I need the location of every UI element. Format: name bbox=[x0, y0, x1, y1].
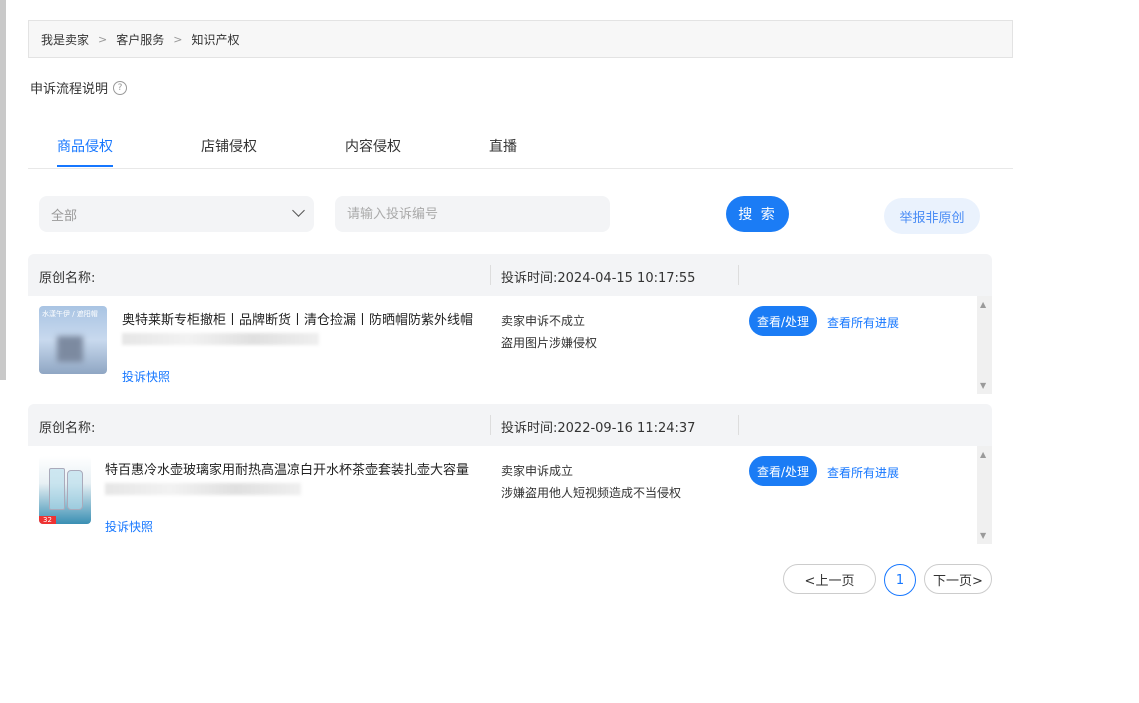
next-page-button[interactable]: 下一页> bbox=[924, 564, 992, 594]
complaint-record: 原创名称: 投诉时间:2024-04-15 10:17:55 水漾午伊 / 遮阳… bbox=[28, 254, 992, 394]
complaint-time: 投诉时间:2024-04-15 10:17:55 bbox=[501, 271, 696, 286]
complaint-snapshot-link[interactable]: 投诉快照 bbox=[105, 518, 153, 535]
thumbnail-caption: 水漾午伊 / 遮阳帽 bbox=[42, 310, 98, 318]
record-body: 水漾午伊 / 遮阳帽 奥特莱斯专柜撤柜丨品牌断货丨清仓捡漏丨防晒帽防紫外线帽 投… bbox=[28, 296, 992, 394]
appeal-flow-label: 申诉流程说明 bbox=[30, 82, 109, 97]
breadcrumb: 我是卖家 > 客户服务 > 知识产权 bbox=[28, 20, 1013, 58]
original-name-label: 原创名称: bbox=[39, 271, 96, 286]
product-thumbnail[interactable]: 水漾午伊 / 遮阳帽 bbox=[39, 306, 107, 374]
blurred-text bbox=[122, 333, 319, 345]
product-thumbnail[interactable]: 32 bbox=[39, 456, 91, 524]
record-header: 原创名称: 投诉时间:2022-09-16 11:24:37 bbox=[28, 404, 992, 446]
scroll-up-icon[interactable]: ▲ bbox=[980, 300, 986, 309]
original-name-label: 原创名称: bbox=[39, 421, 96, 436]
status-select[interactable]: 全部 bbox=[39, 196, 314, 232]
report-non-original-button[interactable]: 举报非原创 bbox=[884, 198, 980, 234]
divider bbox=[490, 265, 491, 285]
tab-shop-infringement[interactable]: 店铺侵权 bbox=[201, 136, 257, 156]
complaint-id-input[interactable] bbox=[335, 196, 610, 232]
help-icon[interactable]: ? bbox=[113, 80, 128, 95]
search-button[interactable]: 搜 索 bbox=[726, 196, 789, 232]
complaint-snapshot-link[interactable]: 投诉快照 bbox=[122, 368, 170, 385]
active-tab-indicator bbox=[57, 165, 113, 167]
breadcrumb-separator: > bbox=[173, 32, 183, 46]
record-body: 32 特百惠冷水壶玻璃家用耐热高温凉白开水杯茶壶套装扎壶大容量 投诉快照 卖家申… bbox=[28, 446, 992, 544]
breadcrumb-item-seller[interactable]: 我是卖家 bbox=[41, 31, 89, 48]
complaint-reason: 盗用图片涉嫌侵权 bbox=[501, 336, 598, 350]
blurred-text bbox=[105, 483, 301, 495]
scroll-up-icon[interactable]: ▲ bbox=[980, 450, 986, 459]
record-header: 原创名称: 投诉时间:2024-04-15 10:17:55 bbox=[28, 254, 992, 296]
complaint-time: 投诉时间:2022-09-16 11:24:37 bbox=[501, 421, 696, 436]
tab-bar: 商品侵权 店铺侵权 内容侵权 直播 bbox=[28, 128, 1013, 169]
prev-page-button[interactable]: <上一页 bbox=[783, 564, 876, 594]
appeal-status: 卖家申诉成立 bbox=[501, 464, 574, 478]
record-scrollbar[interactable]: ▲ ▼ bbox=[977, 446, 992, 544]
complaint-reason: 涉嫌盗用他人短视频造成不当侵权 bbox=[501, 486, 682, 500]
product-title[interactable]: 奥特莱斯专柜撤柜丨品牌断货丨清仓捡漏丨防晒帽防紫外线帽 bbox=[122, 309, 493, 328]
record-scrollbar[interactable]: ▲ ▼ bbox=[977, 296, 992, 394]
divider bbox=[490, 415, 491, 435]
chevron-down-icon bbox=[292, 204, 305, 217]
product-title[interactable]: 特百惠冷水壶玻璃家用耐热高温凉白开水杯茶壶套装扎壶大容量 bbox=[105, 459, 493, 478]
divider bbox=[738, 415, 739, 435]
view-handle-button[interactable]: 查看/处理 bbox=[749, 456, 817, 486]
appeal-status: 卖家申诉不成立 bbox=[501, 314, 586, 328]
view-handle-button[interactable]: 查看/处理 bbox=[749, 306, 817, 336]
complaint-record: 原创名称: 投诉时间:2022-09-16 11:24:37 32 特百惠冷水壶… bbox=[28, 404, 992, 544]
breadcrumb-item-service[interactable]: 客户服务 bbox=[116, 31, 164, 48]
thumbnail-figure bbox=[57, 336, 83, 362]
appeal-flow-title: 申诉流程说明 ? bbox=[30, 78, 128, 97]
page-number-current[interactable]: 1 bbox=[884, 564, 916, 596]
thumbnail-figure bbox=[67, 470, 83, 510]
view-all-progress-link[interactable]: 查看所有进展 bbox=[827, 314, 899, 331]
view-all-progress-link[interactable]: 查看所有进展 bbox=[827, 464, 899, 481]
scroll-down-icon[interactable]: ▼ bbox=[980, 531, 986, 540]
breadcrumb-item-ip: 知识产权 bbox=[191, 32, 240, 47]
tab-product-infringement[interactable]: 商品侵权 bbox=[57, 136, 113, 156]
breadcrumb-separator: > bbox=[98, 32, 108, 46]
divider bbox=[738, 265, 739, 285]
thumbnail-badge: 32 bbox=[39, 516, 56, 524]
scroll-down-icon[interactable]: ▼ bbox=[980, 381, 986, 390]
tab-live[interactable]: 直播 bbox=[489, 136, 517, 156]
page-scrollbar[interactable] bbox=[0, 0, 6, 380]
thumbnail-figure bbox=[49, 468, 65, 510]
status-select-value: 全部 bbox=[51, 208, 78, 224]
tab-content-infringement[interactable]: 内容侵权 bbox=[345, 136, 401, 156]
